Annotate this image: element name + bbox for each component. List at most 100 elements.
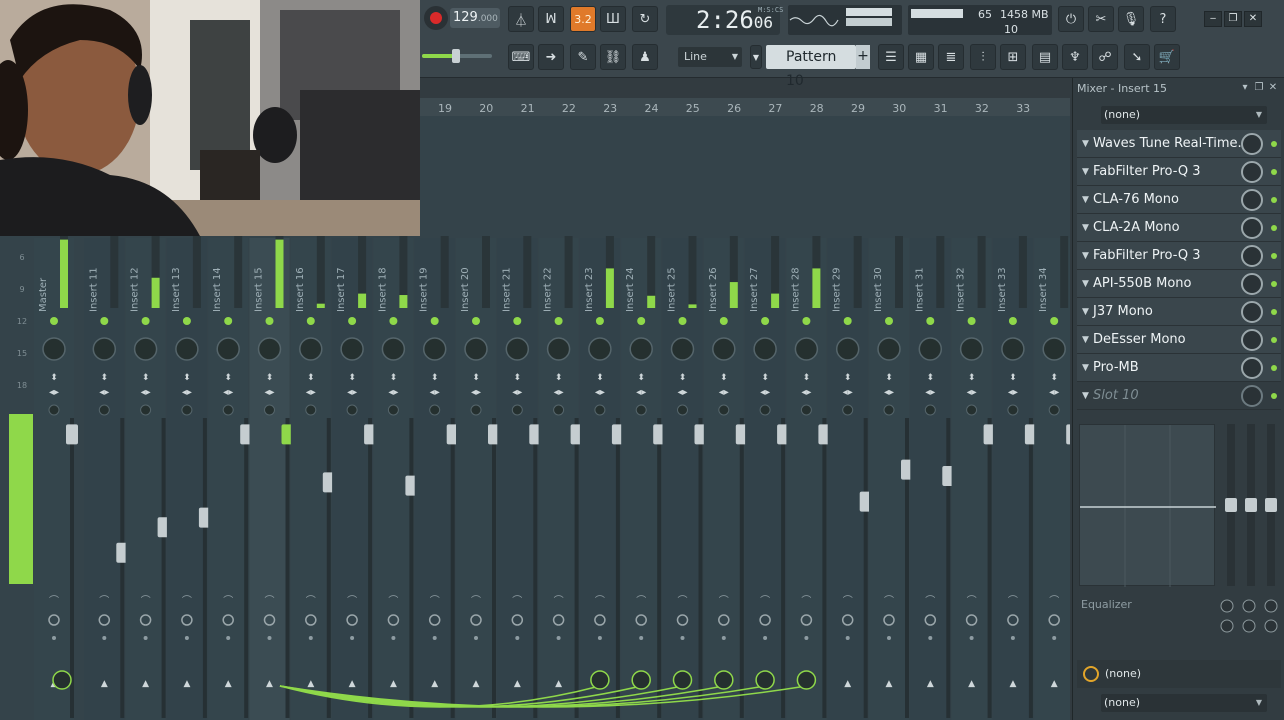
stereo-arrows-icon[interactable]: ⬍ (183, 373, 191, 383)
stereo-arrows-icon[interactable]: ⬍ (596, 373, 604, 383)
step-edit-button[interactable]: Ш (600, 6, 626, 32)
pan-knob[interactable] (794, 337, 819, 361)
stereo-knob[interactable] (635, 404, 647, 416)
phase-icon[interactable]: ⌒ (1049, 595, 1059, 607)
microphone-button[interactable]: 🎙 (1118, 6, 1144, 32)
stereo-lr-icon[interactable]: ◂▸ (760, 387, 770, 398)
pan-knob[interactable] (835, 337, 860, 361)
mute-led[interactable] (802, 317, 811, 325)
stereo-lr-icon[interactable]: ◂▸ (264, 387, 274, 398)
mute-led[interactable] (472, 317, 480, 325)
phase-icon[interactable]: ⌒ (925, 595, 935, 607)
fx-slot[interactable]: ▼ CLA-2A Mono (1077, 214, 1281, 242)
send-arrow-icon[interactable]: ▲ (927, 679, 934, 689)
channel-rack-button[interactable]: ≣ (938, 44, 964, 70)
output-routing-row[interactable]: (none) (1077, 660, 1281, 688)
cloud-button[interactable]: ☍ (1092, 44, 1118, 70)
stereo-arrows-icon[interactable]: ⬍ (142, 373, 150, 383)
phase-icon[interactable]: ⌒ (801, 595, 811, 607)
fx-enable-led[interactable] (1271, 365, 1277, 371)
stereo-lr-icon[interactable]: ◂▸ (801, 387, 811, 398)
mute-led[interactable] (678, 317, 687, 325)
phase-icon[interactable]: ⌒ (49, 595, 59, 607)
stereo-arrows-icon[interactable]: ⬍ (50, 373, 58, 383)
step-button[interactable]: ➜ (538, 44, 564, 70)
cut-button[interactable]: ✂ (1088, 6, 1114, 32)
stereo-arrows-icon[interactable]: ⬍ (637, 373, 645, 383)
fx-slot[interactable]: ▼ DeEsser Mono (1077, 326, 1281, 354)
touch-keyboard-button[interactable]: ♆ (1062, 44, 1088, 70)
send-arrow-icon[interactable]: ▲ (514, 679, 521, 689)
send-level-knob[interactable] (631, 670, 651, 690)
pan-knob[interactable] (464, 337, 488, 361)
mute-led[interactable] (306, 317, 315, 325)
stereo-lr-icon[interactable]: ◂▸ (719, 387, 729, 398)
stereo-knob[interactable] (553, 404, 565, 416)
stereo-arrows-icon[interactable]: ⬍ (1009, 373, 1017, 383)
pan-knob[interactable] (133, 337, 158, 361)
send-level-knob[interactable] (590, 670, 610, 690)
fx-mix-knob[interactable] (1241, 161, 1263, 183)
stereo-arrows-icon[interactable]: ⬍ (348, 373, 356, 383)
fx-mix-knob[interactable] (1241, 245, 1263, 267)
mixer-button[interactable]: ⫶ (970, 44, 996, 70)
stereo-knob[interactable] (842, 404, 854, 416)
close-button[interactable]: ✕ (1244, 11, 1262, 27)
stereo-lr-icon[interactable]: ◂▸ (554, 387, 564, 398)
phase-icon[interactable]: ⌒ (760, 595, 770, 607)
plugin-picker-button[interactable]: ▤ (1032, 44, 1058, 70)
mute-led[interactable] (1008, 317, 1017, 325)
phase-icon[interactable]: ⌒ (430, 595, 440, 607)
send-arrow-icon[interactable]: ▲ (183, 679, 190, 689)
stereo-lr-icon[interactable]: ◂▸ (430, 387, 440, 398)
send-level-knob[interactable] (796, 670, 817, 690)
phase-icon[interactable]: ⌒ (388, 595, 398, 607)
stereo-lr-icon[interactable]: ◂▸ (388, 387, 398, 398)
piano-roll-button[interactable]: ▦ (908, 44, 934, 70)
mute-led[interactable] (389, 317, 398, 325)
input-select[interactable]: (none) ▼ (1101, 106, 1267, 124)
phase-icon[interactable]: ⌒ (554, 595, 564, 607)
stereo-arrows-icon[interactable]: ⬍ (720, 373, 728, 383)
send-arrow-icon[interactable]: ▲ (142, 679, 149, 689)
stereo-lr-icon[interactable]: ◂▸ (636, 387, 646, 398)
phase-icon[interactable]: ⌒ (347, 595, 357, 607)
stereo-knob[interactable] (677, 404, 688, 416)
stereo-arrows-icon[interactable]: ⬍ (927, 373, 935, 383)
send-arrow-icon[interactable]: ▲ (1009, 679, 1016, 689)
shop-button[interactable]: 🛒 (1154, 44, 1180, 70)
stereo-lr-icon[interactable]: ◂▸ (884, 387, 894, 398)
stereo-lr-icon[interactable]: ◂▸ (967, 387, 977, 398)
phase-icon[interactable]: ⌒ (471, 595, 481, 607)
fx-enable-led[interactable] (1271, 309, 1277, 315)
mute-led[interactable] (761, 317, 770, 325)
expand-icon[interactable]: ▼ (1082, 363, 1089, 373)
eq-band-faders[interactable] (1221, 424, 1281, 586)
fx-mix-knob[interactable] (1241, 357, 1263, 379)
mute-led[interactable] (967, 317, 976, 325)
send-level-knob[interactable] (714, 670, 734, 690)
expand-icon[interactable]: ▼ (1082, 195, 1089, 205)
phase-icon[interactable]: ⌒ (884, 595, 894, 607)
pan-knob[interactable] (753, 337, 777, 361)
fx-slot[interactable]: ▼ Waves Tune Real-Time... (1077, 130, 1281, 158)
mute-led[interactable] (637, 317, 646, 325)
phase-icon[interactable]: ⌒ (678, 595, 688, 607)
phase-icon[interactable]: ⌒ (265, 595, 275, 607)
minimize-button[interactable]: ‒ (1204, 11, 1222, 27)
volume-fader[interactable] (1066, 424, 1070, 445)
send-arrow-icon[interactable]: ▲ (431, 679, 438, 689)
mute-led[interactable] (885, 317, 893, 325)
stereo-arrows-icon[interactable]: ⬍ (472, 373, 480, 383)
stereo-arrows-icon[interactable]: ⬍ (224, 373, 232, 383)
send-arrow-icon[interactable]: ▲ (225, 679, 232, 689)
pan-knob[interactable] (505, 337, 530, 361)
stereo-lr-icon[interactable]: ◂▸ (99, 387, 109, 398)
stereo-knob[interactable] (718, 404, 730, 416)
master-volume-slider[interactable] (422, 49, 492, 63)
stereo-arrows-icon[interactable]: ⬍ (968, 373, 976, 383)
stereo-lr-icon[interactable]: ◂▸ (49, 387, 59, 398)
browser-button[interactable]: ⊞ (1000, 44, 1026, 70)
stereo-lr-icon[interactable]: ◂▸ (223, 387, 233, 398)
pan-knob[interactable] (629, 337, 653, 361)
